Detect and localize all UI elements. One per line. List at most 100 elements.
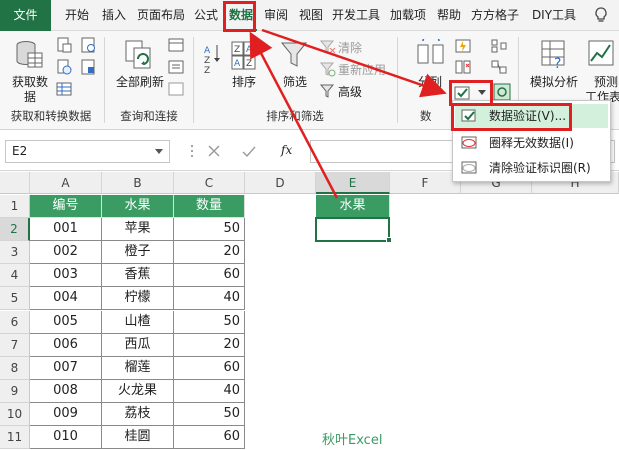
tab-file[interactable]: 文件	[0, 0, 51, 31]
properties-icon[interactable]	[168, 59, 184, 75]
advanced-label[interactable]: 高级	[338, 83, 362, 100]
table-cell-qty[interactable]: 40	[174, 379, 245, 403]
table-cell-id[interactable]: 002	[30, 241, 102, 265]
table-cell-qty[interactable]: 50	[174, 402, 245, 426]
table-header-cell[interactable]: 编号	[30, 195, 102, 218]
row-header-3[interactable]: 3	[0, 241, 30, 265]
refresh-all-label[interactable]: 全部刷新	[110, 73, 170, 90]
forecast-sheet-icon[interactable]	[588, 39, 616, 69]
name-box[interactable]: E2	[5, 140, 170, 163]
table-cell-fruit[interactable]: 香蕉	[102, 264, 174, 288]
text-to-columns-label[interactable]: 分列	[412, 73, 448, 90]
column-header-C[interactable]: C	[174, 172, 245, 194]
queries-connections-icon[interactable]	[168, 37, 184, 53]
table-cell-qty[interactable]: 60	[174, 356, 245, 380]
existing-connections-icon[interactable]	[80, 59, 96, 75]
table-cell-id[interactable]: 001	[30, 218, 102, 242]
table-header-cell[interactable]: 水果	[102, 195, 174, 218]
table-cell-fruit[interactable]: 荔枝	[102, 402, 174, 426]
table-cell-qty[interactable]: 50	[174, 218, 245, 242]
from-text-icon[interactable]	[56, 37, 72, 53]
tab-home[interactable]: 开始	[60, 0, 94, 31]
row-header-8[interactable]: 8	[0, 356, 30, 380]
remove-duplicates-icon[interactable]	[455, 59, 471, 75]
table-cell-id[interactable]: 007	[30, 356, 102, 380]
row-header-2[interactable]: 2	[0, 218, 30, 242]
table-cell-qty[interactable]: 20	[174, 241, 245, 265]
row-header-4[interactable]: 4	[0, 264, 30, 288]
table-cell-fruit[interactable]: 火龙果	[102, 379, 174, 403]
tab-page-layout[interactable]: 页面布局	[133, 0, 189, 31]
menu-item-clear-circles[interactable]: 清除验证标识圈(R)	[455, 156, 608, 180]
row-header-6[interactable]: 6	[0, 310, 30, 334]
recent-sources-icon[interactable]	[80, 37, 96, 53]
table-cell-id[interactable]: 009	[30, 402, 102, 426]
tab-help[interactable]: 帮助	[433, 0, 465, 31]
column-header-A[interactable]: A	[30, 172, 102, 194]
table-cell-fruit[interactable]: 山楂	[102, 310, 174, 334]
tab-developer[interactable]: 开发工具	[328, 0, 384, 31]
manage-data-model-icon[interactable]	[493, 83, 511, 101]
text-to-columns-icon[interactable]	[417, 39, 445, 67]
row-header-10[interactable]: 10	[0, 402, 30, 426]
tab-view[interactable]: 视图	[295, 0, 327, 31]
sort-label[interactable]: 排序	[226, 73, 262, 90]
column-header-B[interactable]: B	[102, 172, 174, 194]
table-cell-id[interactable]: 010	[30, 426, 102, 449]
table-cell-qty[interactable]: 40	[174, 287, 245, 311]
from-web-icon[interactable]	[56, 59, 72, 75]
table-cell-qty[interactable]: 20	[174, 333, 245, 357]
row-header-11[interactable]: 11	[0, 426, 30, 449]
column-header-F[interactable]: F	[390, 172, 461, 194]
select-all-corner[interactable]	[0, 172, 30, 194]
column-header-E[interactable]: E	[316, 172, 390, 194]
row-header-9[interactable]: 9	[0, 379, 30, 403]
menu-item-circle-invalid[interactable]: 圈释无效数据(I)	[455, 131, 608, 155]
fill-handle[interactable]	[386, 237, 392, 244]
what-if-analysis-icon[interactable]: ?	[541, 39, 569, 69]
filter-label[interactable]: 筛选	[277, 73, 313, 90]
advanced-filter-icon[interactable]	[320, 83, 336, 99]
row-header-1[interactable]: 1	[0, 195, 30, 218]
tab-diy-toolbox[interactable]: DIY工具箱	[526, 0, 582, 31]
tab-formulas[interactable]: 公式	[190, 0, 222, 31]
insert-function-icon[interactable]: fx	[281, 143, 292, 157]
table-cell-qty[interactable]: 50	[174, 310, 245, 334]
get-data-label-2[interactable]: 据	[8, 88, 52, 105]
cell-e1-header[interactable]: 水果	[316, 195, 390, 218]
table-cell-fruit[interactable]: 榴莲	[102, 356, 174, 380]
relationships-icon[interactable]	[491, 59, 507, 75]
tab-addins[interactable]: 加载项	[386, 0, 430, 31]
from-table-icon[interactable]	[56, 81, 72, 97]
table-cell-id[interactable]: 005	[30, 310, 102, 334]
table-cell-id[interactable]: 008	[30, 379, 102, 403]
column-header-D[interactable]: D	[245, 172, 316, 194]
consolidate-icon[interactable]	[491, 38, 507, 54]
table-cell-fruit[interactable]: 柠檬	[102, 287, 174, 311]
lightbulb-icon[interactable]	[592, 6, 610, 24]
table-header-cell[interactable]: 数量	[174, 195, 245, 218]
row-header-7[interactable]: 7	[0, 333, 30, 357]
table-cell-fruit[interactable]: 橙子	[102, 241, 174, 265]
get-data-icon[interactable]	[14, 39, 44, 71]
table-cell-id[interactable]: 003	[30, 264, 102, 288]
tab-review[interactable]: 审阅	[260, 0, 292, 31]
sort-az-icon[interactable]: A Z Z	[204, 43, 222, 79]
edit-links-icon[interactable]	[168, 81, 184, 97]
what-if-analysis-label[interactable]: 模拟分析	[526, 73, 582, 90]
flash-fill-icon[interactable]	[455, 38, 471, 54]
worksheet-grid[interactable]: A B C D E F G H 1 2 3 4 5 6 7 8 9 10 11 编号 水果 数量 001 苹果 50 002 橙子 2…	[0, 172, 619, 450]
table-cell-id[interactable]: 006	[30, 333, 102, 357]
table-cell-fruit[interactable]: 桂圆	[102, 426, 174, 449]
table-cell-fruit[interactable]: 苹果	[102, 218, 174, 242]
sort-icon[interactable]: Z A A Z	[231, 41, 257, 71]
table-cell-id[interactable]: 004	[30, 287, 102, 311]
refresh-all-icon[interactable]	[124, 39, 156, 71]
table-cell-qty[interactable]: 60	[174, 426, 245, 449]
tab-fangfang[interactable]: 方方格子	[467, 0, 523, 31]
table-cell-fruit[interactable]: 西瓜	[102, 333, 174, 357]
filter-icon[interactable]	[281, 41, 307, 69]
active-cell-e2[interactable]	[315, 217, 390, 243]
chevron-down-icon[interactable]	[155, 149, 163, 154]
row-header-5[interactable]: 5	[0, 287, 30, 311]
